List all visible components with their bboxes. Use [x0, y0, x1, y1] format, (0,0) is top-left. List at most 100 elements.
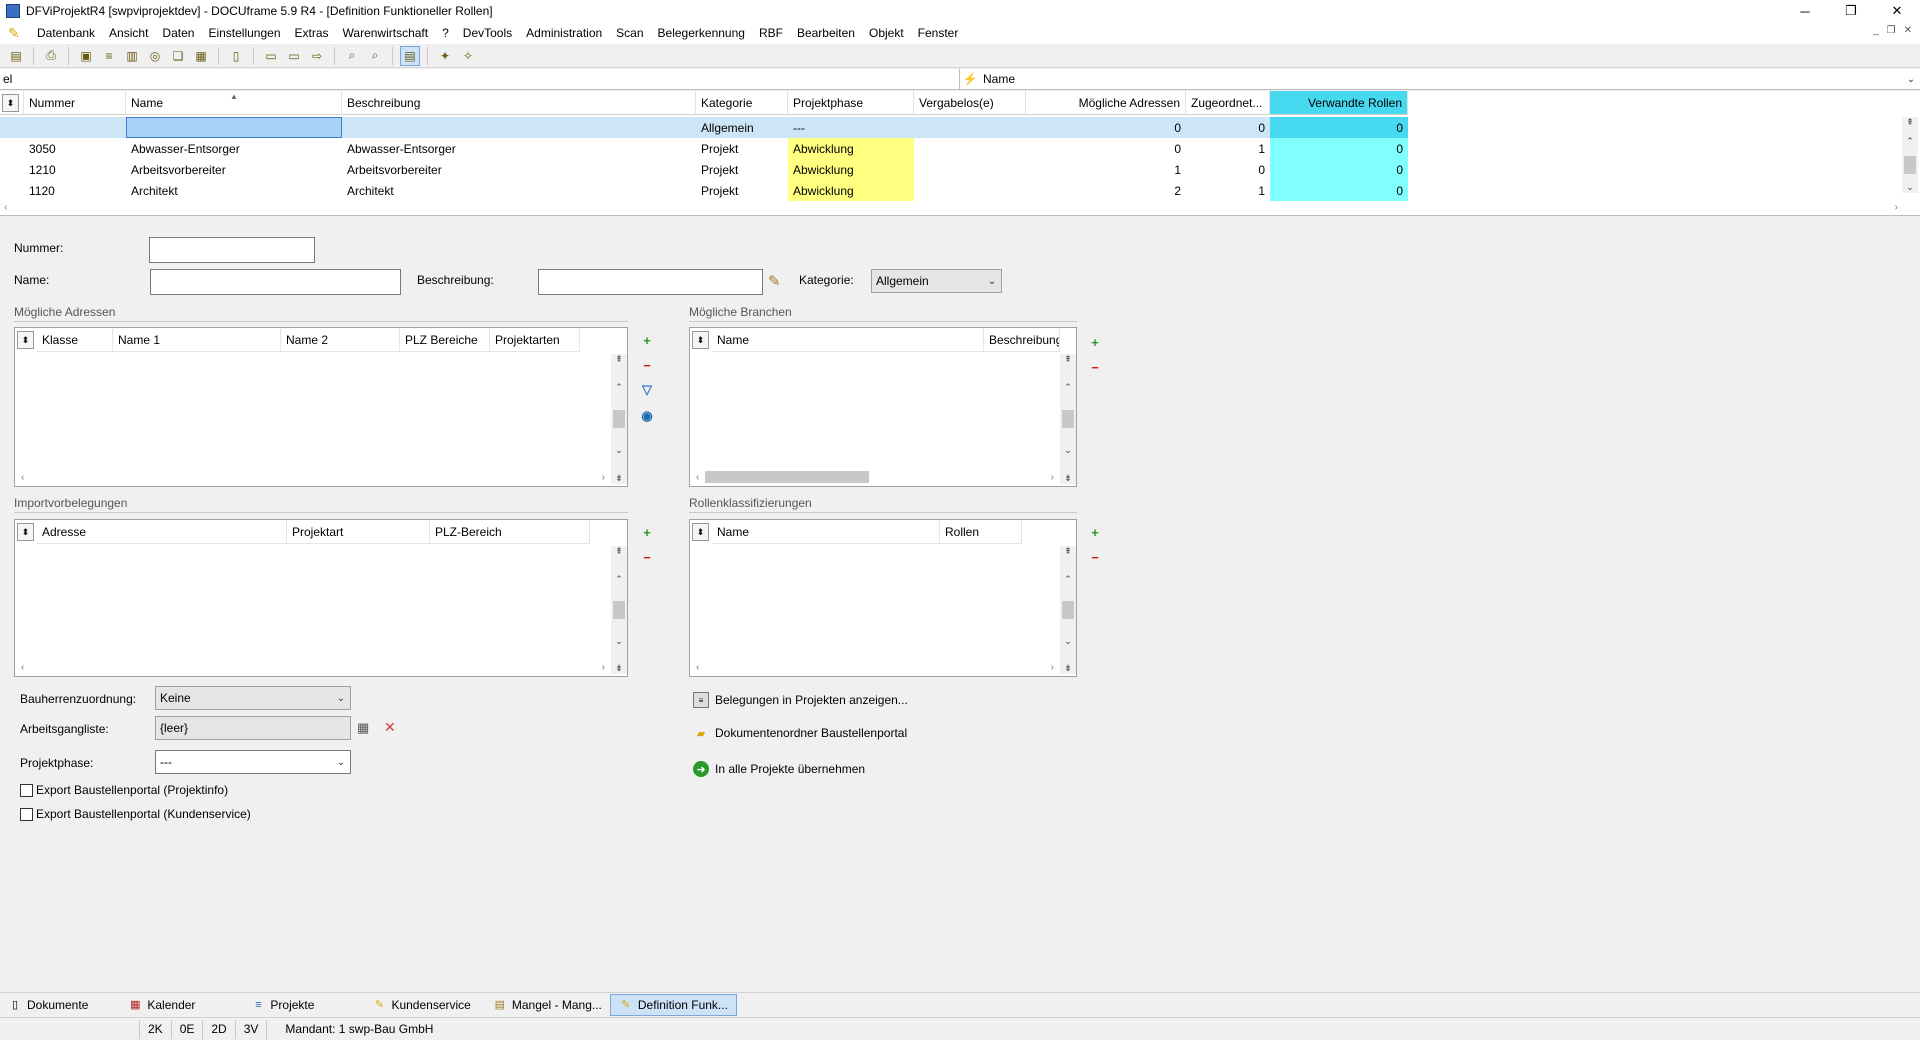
tools-icon[interactable]: ✦	[435, 46, 455, 66]
tab-dokumente[interactable]: ▯ Dokumente	[0, 994, 96, 1016]
cell-zugeordnet[interactable]: 0	[1186, 159, 1270, 180]
col-header-adressen[interactable]: Mögliche Adressen	[1026, 91, 1186, 115]
scroll-top-icon[interactable]: ⇞	[615, 354, 623, 365]
globe-icon[interactable]: ◉	[638, 407, 656, 425]
branchen-hscroll[interactable]: ‹ ›	[692, 470, 1058, 484]
menu-administration[interactable]: Administration	[519, 26, 609, 40]
cell-nummer[interactable]	[24, 117, 126, 138]
folder-icon[interactable]: ▭	[284, 46, 304, 66]
scroll-up-icon[interactable]: ⌃	[615, 382, 623, 393]
scroll-thumb[interactable]	[1062, 410, 1074, 428]
adressen-vscroll[interactable]: ⇞ ⌃ ⌄ ⇟	[611, 354, 627, 484]
branchen-vscroll[interactable]: ⇞ ⌃ ⌄ ⇟	[1060, 354, 1076, 484]
belegungen-button[interactable]: ≡ Belegungen in Projekten anzeigen...	[693, 692, 908, 708]
scroll-thumb[interactable]	[705, 471, 870, 483]
remove-branch-icon[interactable]: −	[1086, 358, 1104, 376]
open-icon[interactable]: ▤	[6, 46, 26, 66]
col-header-branche-name[interactable]: Name	[712, 328, 984, 352]
cell-kategorie[interactable]: Projekt	[696, 180, 788, 201]
print-icon[interactable]: ⎙	[41, 46, 61, 66]
col-header-klasse[interactable]: Klasse	[37, 328, 113, 352]
scroll-up-icon[interactable]: ⌃	[615, 574, 623, 585]
klass-hscroll[interactable]: ‹ ›	[692, 660, 1058, 674]
cell-adressen[interactable]: 0	[1026, 117, 1186, 138]
cell-name[interactable]: Abwasser-Entsorger	[126, 138, 342, 159]
menu-bearbeiten[interactable]: Bearbeiten	[790, 26, 862, 40]
menu-devtools[interactable]: DevTools	[456, 26, 519, 40]
copy-icon[interactable]: ❏	[168, 46, 188, 66]
grid-sort-header[interactable]: ⬍	[0, 91, 24, 115]
scroll-thumb[interactable]	[613, 601, 625, 619]
list-icon[interactable]: ≡	[99, 46, 119, 66]
phase-select[interactable]: --- ⌄	[155, 750, 351, 774]
col-header-klass-rollen[interactable]: Rollen	[940, 520, 1022, 544]
layout-icon[interactable]: ▤	[400, 45, 420, 66]
restore-button[interactable]: ❐	[1828, 0, 1874, 22]
sort-toggle-icon[interactable]: ⬍	[2, 94, 19, 112]
mdi-minimize-icon[interactable]: _	[1873, 25, 1879, 36]
import-vscroll[interactable]: ⇞ ⌃ ⌄ ⇟	[611, 546, 627, 674]
search-field-selector[interactable]: ⚡ Name ⌄	[961, 69, 1920, 89]
note-icon[interactable]: ▥	[122, 46, 142, 66]
cell-nummer[interactable]: 3050	[24, 138, 126, 159]
bauherr-select[interactable]: Keine ⌄	[155, 686, 351, 710]
cell-name[interactable]	[126, 117, 342, 138]
scroll-bottom-icon[interactable]: ⇟	[1064, 663, 1072, 674]
search-icon[interactable]: ⌕	[342, 46, 362, 66]
scroll-thumb[interactable]	[1062, 601, 1074, 619]
mdi-restore-icon[interactable]: ❐	[1887, 25, 1896, 36]
scroll-left-icon[interactable]: ‹	[21, 472, 24, 483]
export-projektinfo-checkbox[interactable]	[20, 784, 33, 797]
nummer-input[interactable]	[149, 237, 315, 263]
edit-pencil-icon[interactable]: ✎	[768, 272, 781, 290]
col-header-plz-bereich[interactable]: PLZ-Bereich	[430, 520, 590, 544]
col-header-adresse[interactable]: Adresse	[37, 520, 287, 544]
scroll-top-icon[interactable]: ⇞	[615, 546, 623, 557]
col-header-projektarten[interactable]: Projektarten	[490, 328, 580, 352]
table-row[interactable]: Allgemein --- 0 0 0	[0, 117, 1408, 138]
scroll-down-icon[interactable]: ⌄	[615, 636, 623, 647]
cell-verwandte-rollen[interactable]: 0	[1270, 159, 1408, 180]
adressen-hscroll[interactable]: ‹ ›	[17, 470, 609, 484]
menu-warenwirtschaft[interactable]: Warenwirtschaft	[336, 26, 436, 40]
scroll-left-icon[interactable]: ‹	[696, 662, 699, 673]
col-header-nummer[interactable]: Nummer	[24, 91, 126, 115]
filter-icon[interactable]: ▽	[638, 381, 656, 399]
scroll-top-icon[interactable]: ⇞	[1064, 546, 1072, 557]
cell-kategorie[interactable]: Projekt	[696, 159, 788, 180]
uebernehmen-button[interactable]: ➜ In alle Projekte übernehmen	[693, 761, 865, 777]
col-header-projektart[interactable]: Projektart	[287, 520, 430, 544]
cell-adressen[interactable]: 2	[1026, 180, 1186, 201]
scroll-right-icon[interactable]: ›	[602, 472, 605, 483]
col-header-plz-bereiche[interactable]: PLZ Bereiche	[400, 328, 490, 352]
cell-vergabelos[interactable]	[914, 138, 1026, 159]
col-header-beschreibung[interactable]: Beschreibung	[342, 91, 696, 115]
cell-nummer[interactable]: 1120	[24, 180, 126, 201]
cell-beschreibung[interactable]: Abwasser-Entsorger	[342, 138, 696, 159]
cell-vergabelos[interactable]	[914, 159, 1026, 180]
cell-beschreibung[interactable]: Arbeitsvorbereiter	[342, 159, 696, 180]
beschreibung-input[interactable]	[538, 269, 763, 295]
menu-rbf[interactable]: RBF	[752, 26, 790, 40]
cell-vergabelos[interactable]	[914, 117, 1026, 138]
scroll-left-icon[interactable]: ‹	[21, 662, 24, 673]
menu-belegerkennung[interactable]: Belegerkennung	[651, 26, 752, 40]
scroll-right-icon[interactable]: ›	[1051, 662, 1054, 673]
cell-verwandte-rollen[interactable]: 0	[1270, 138, 1408, 159]
arbeitsgang-field[interactable]: {leer}	[155, 716, 351, 740]
cell-verwandte-rollen[interactable]: 0	[1270, 117, 1408, 138]
add-import-icon[interactable]: +	[638, 523, 656, 541]
scroll-top-icon[interactable]: ⇞	[1906, 117, 1914, 128]
folder-move-icon[interactable]: ⇨	[307, 46, 327, 66]
cell-projektphase[interactable]: Abwicklung	[788, 180, 914, 201]
sort-toggle-icon[interactable]: ⬍	[692, 523, 709, 541]
scroll-down-icon[interactable]: ⌄	[1064, 636, 1072, 647]
sort-toggle-icon[interactable]: ⬍	[17, 331, 34, 349]
calendar-icon[interactable]: ▦	[191, 46, 211, 66]
col-header-vergabelos[interactable]: Vergabelos(e)	[914, 91, 1026, 115]
menu-daten[interactable]: Daten	[155, 26, 201, 40]
cell-zugeordnet[interactable]: 1	[1186, 180, 1270, 201]
sort-toggle-icon[interactable]: ⬍	[692, 331, 709, 349]
cell-kategorie[interactable]: Allgemein	[696, 117, 788, 138]
cell-projektphase[interactable]: Abwicklung	[788, 159, 914, 180]
